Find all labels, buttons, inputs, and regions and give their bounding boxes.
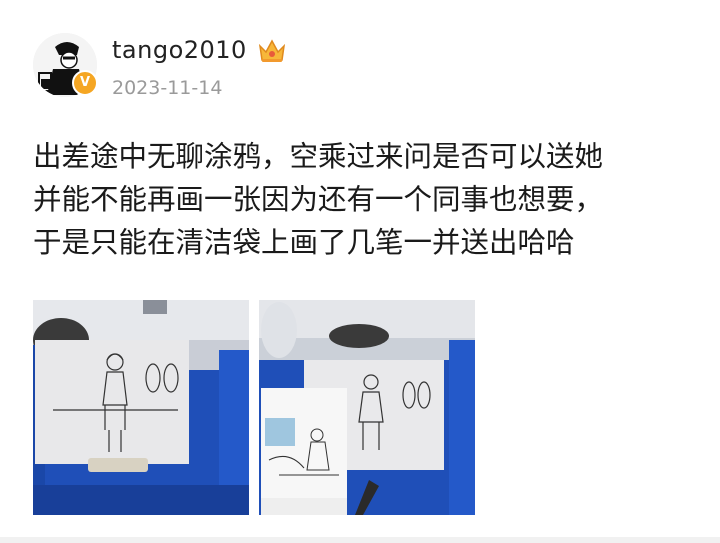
verified-badge-icon: V — [72, 70, 98, 96]
crown-icon — [257, 38, 287, 68]
username[interactable]: tango2010 — [112, 36, 247, 64]
seat-headrest-drawing-photo[interactable] — [33, 300, 249, 515]
post-text-line: 出差途中无聊涂鸦，空乘过来问是否可以送她 — [33, 140, 604, 173]
post-text: 出差途中无聊涂鸦，空乘过来问是否可以送她 并能不能再画一张因为还有一个同事也想要… — [33, 135, 693, 264]
divider — [0, 537, 720, 543]
cleaning-bag-drawing-photo[interactable] — [259, 300, 475, 515]
post-date: 2023-11-14 — [112, 77, 223, 99]
post-text-line: 于是只能在清洁袋上画了几笔一并送出哈哈 — [33, 226, 575, 259]
post-text-line: 并能不能再画一张因为还有一个同事也想要， — [33, 183, 604, 216]
